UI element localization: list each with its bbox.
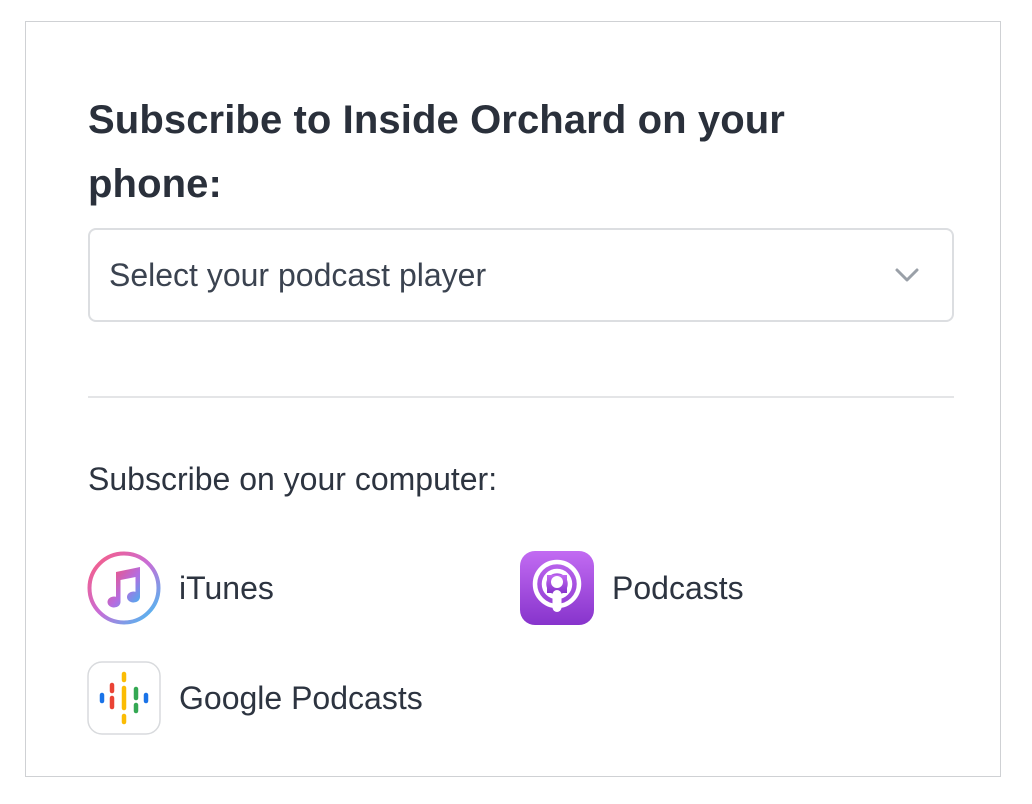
subscribe-title: Subscribe to Inside Orchard on your phon… bbox=[88, 98, 785, 206]
podcast-player-select-value: Select your podcast player bbox=[109, 257, 487, 293]
itunes-label: iTunes bbox=[179, 569, 274, 606]
apple-podcasts-label: Podcasts bbox=[612, 569, 744, 606]
subscribe-card: Subscribe to Inside Orchard on your phon… bbox=[25, 21, 1001, 777]
chevron-down-icon bbox=[895, 268, 919, 282]
google-podcasts-icon bbox=[87, 661, 161, 735]
computer-subscribe-heading: Subscribe on your computer: bbox=[88, 461, 498, 497]
google-podcasts-link[interactable]: Google Podcasts bbox=[87, 661, 423, 735]
apple-podcasts-link[interactable]: Podcasts bbox=[520, 551, 744, 625]
itunes-icon bbox=[87, 551, 161, 625]
apple-podcasts-icon bbox=[520, 551, 594, 625]
podcast-player-select[interactable]: Select your podcast player bbox=[88, 228, 954, 322]
itunes-link[interactable]: iTunes bbox=[87, 551, 274, 625]
google-podcasts-label: Google Podcasts bbox=[179, 679, 423, 716]
section-divider bbox=[88, 396, 954, 398]
